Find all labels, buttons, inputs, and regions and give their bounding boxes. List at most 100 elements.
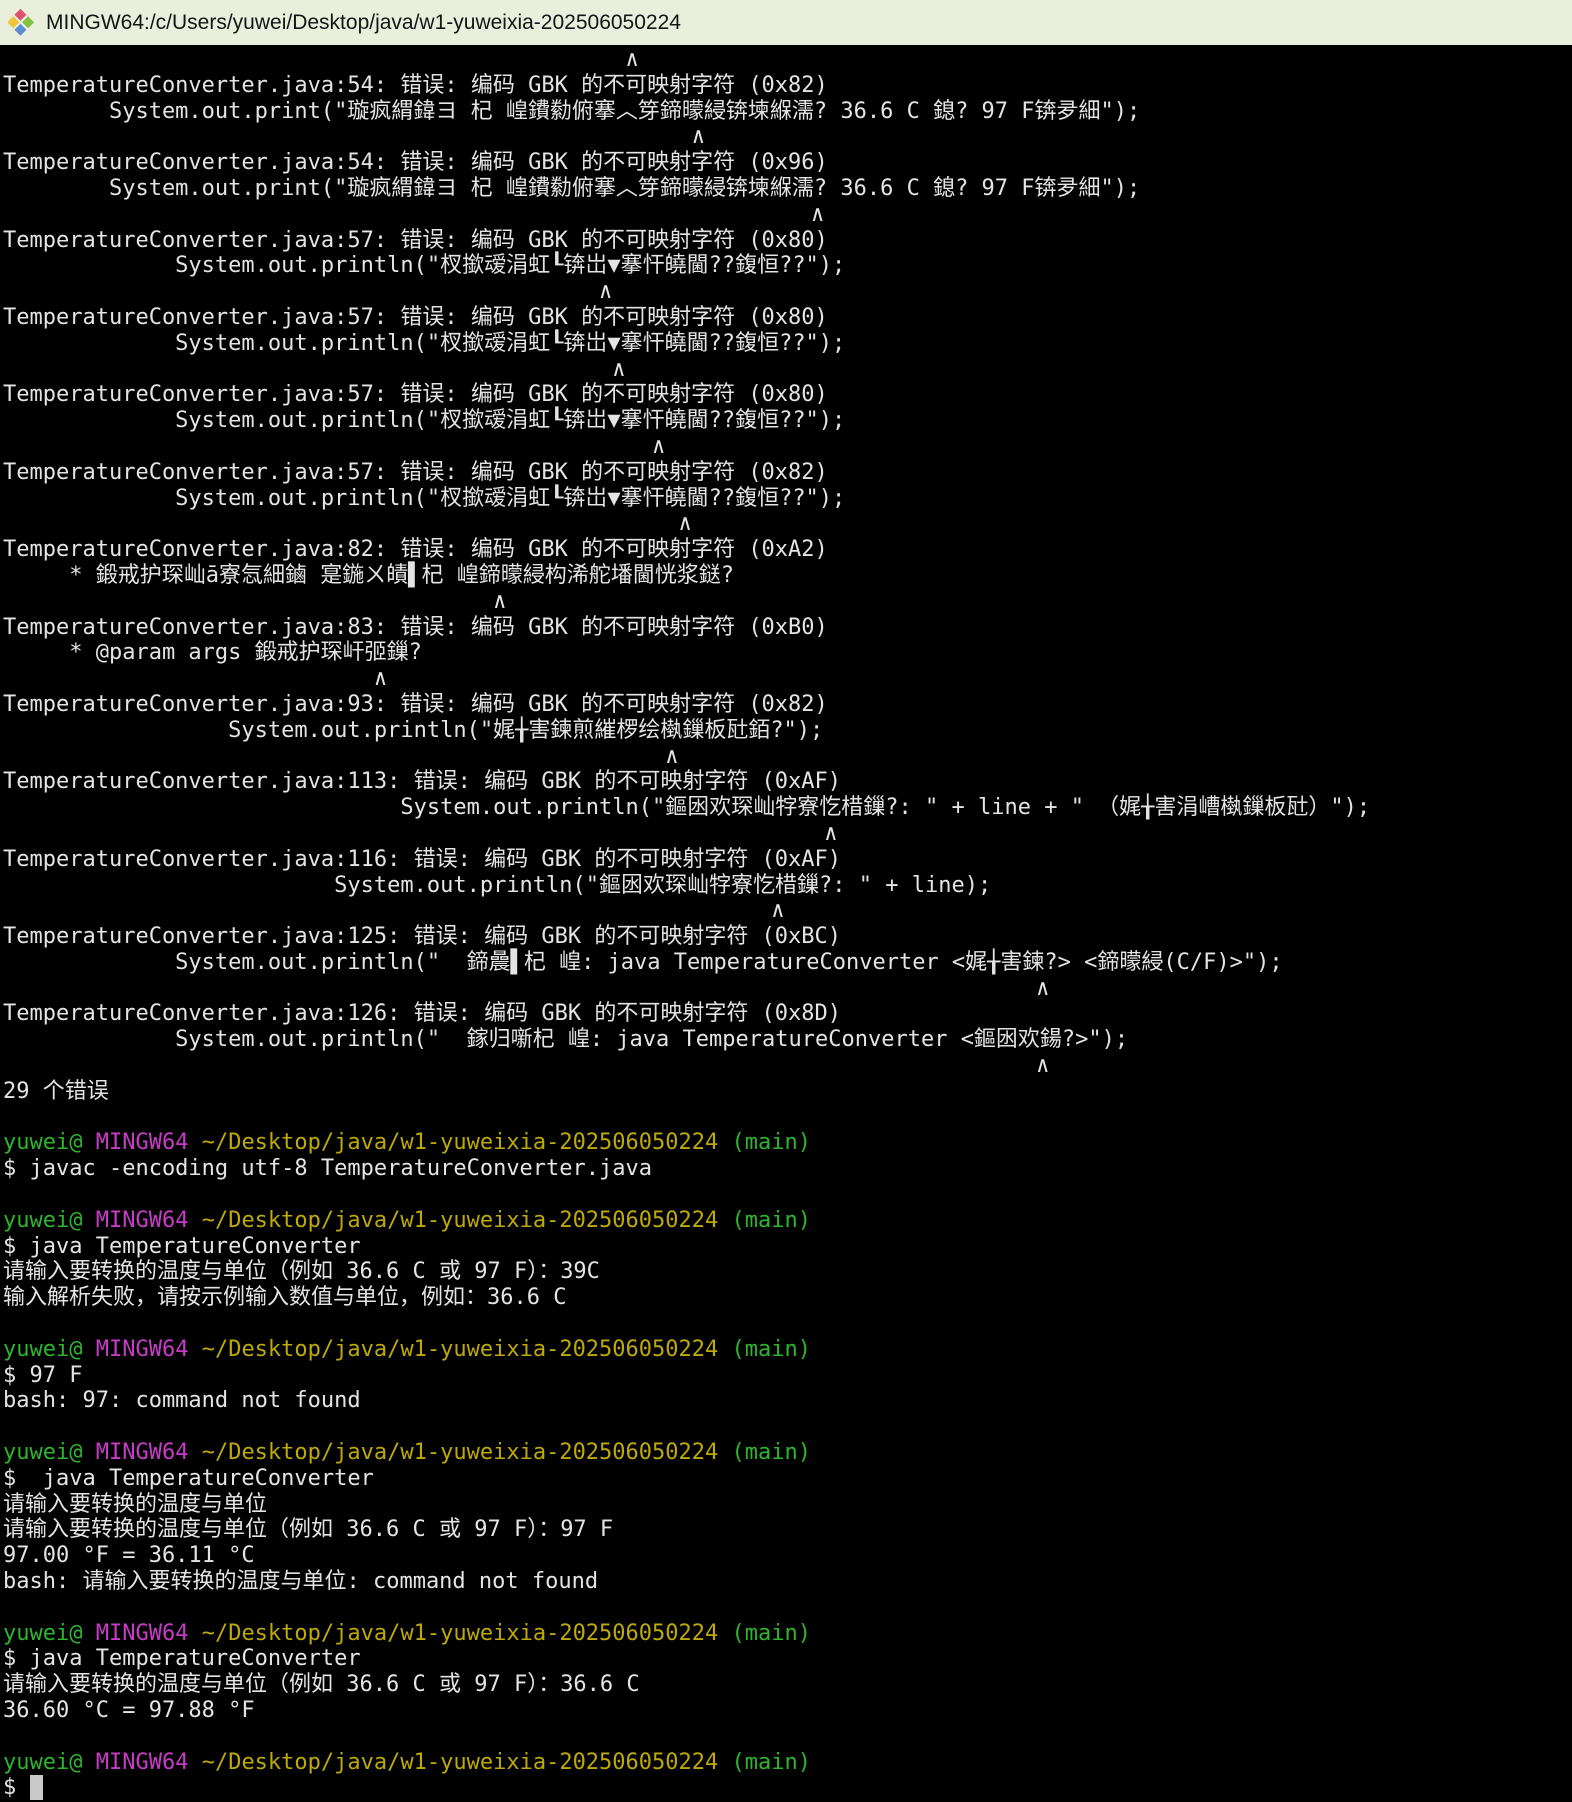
terminal-text-segment: ∧ [3, 202, 824, 227]
terminal-text-segment: ∧ [3, 279, 612, 304]
terminal-line: yuwei@ MINGW64 ~/Desktop/java/w1-yuweixi… [3, 1337, 1572, 1363]
terminal-text-segment: System.out.println(" 鍗曟▌杞 崲: java Temper… [3, 950, 1283, 975]
terminal-text-segment: (main) [732, 1621, 811, 1646]
terminal-text-segment [188, 1337, 201, 1362]
terminal-text-segment: (main) [732, 1337, 811, 1362]
terminal-text-segment [718, 1337, 731, 1362]
terminal-line: ∧ [3, 47, 1572, 73]
terminal-line: 请输入要转换的温度与单位（例如 36.6 C 或 97 F）：97 F [3, 1517, 1572, 1543]
terminal-text-segment: (main) [732, 1750, 811, 1775]
terminal-line: ∧ [3, 279, 1572, 305]
terminal-line: System.out.println(" 鎵归噺杞 崲: java Temper… [3, 1027, 1572, 1053]
terminal-text-segment: TemperatureConverter.java:57: 错误: 编码 GBK… [3, 305, 828, 330]
window-titlebar: MINGW64:/c/Users/yuwei/Desktop/java/w1-y… [0, 0, 1572, 45]
terminal-text-segment: ∧ [3, 357, 626, 382]
terminal-text-segment: TemperatureConverter.java:82: 错误: 编码 GBK… [3, 537, 828, 562]
terminal-text-segment: ~/Desktop/java/w1-yuweixia-202506050224 [202, 1750, 719, 1775]
terminal-line: yuwei@ MINGW64 ~/Desktop/java/w1-yuweixi… [3, 1621, 1572, 1647]
terminal-line: $ java TemperatureConverter [3, 1234, 1572, 1260]
terminal-line: $ [3, 1775, 1572, 1801]
terminal-text-segment: 请输入要转换的温度与单位（例如 36.6 C 或 97 F）：36.6 C [3, 1672, 640, 1697]
terminal-text-segment [718, 1130, 731, 1155]
terminal-text-segment: ∧ [3, 1053, 1049, 1078]
terminal-text-segment: 输入解析失败，请按示例输入数值与单位，例如：36.6 C [3, 1285, 566, 1310]
terminal-text-segment: System.out.print("璇疯緭鍏ヨ 杞 崲鐨勬俯搴︿笌鍗曚綅锛堜緥濡… [3, 99, 1140, 124]
terminal-text-segment [82, 1750, 95, 1775]
terminal-line: TemperatureConverter.java:125: 错误: 编码 GB… [3, 924, 1572, 950]
terminal-line: bash: 请输入要转换的温度与单位: command not found [3, 1569, 1572, 1595]
terminal-text-segment: ∧ [3, 666, 387, 691]
terminal-line: TemperatureConverter.java:113: 错误: 编码 GB… [3, 769, 1572, 795]
terminal-text-segment: System.out.print("璇疯緭鍏ヨ 杞 崲鐨勬俯搴︿笌鍗曚綅锛堜緥濡… [3, 176, 1140, 201]
terminal-line: yuwei@ MINGW64 ~/Desktop/java/w1-yuweixi… [3, 1440, 1572, 1466]
terminal-text-segment [82, 1621, 95, 1646]
terminal-line: yuwei@ MINGW64 ~/Desktop/java/w1-yuweixi… [3, 1130, 1572, 1156]
terminal-line: ∧ [3, 589, 1572, 615]
terminal-text-segment: $ java TemperatureConverter [3, 1234, 361, 1259]
msys2-diamond-icon[interactable] [8, 9, 36, 37]
terminal-text-segment: MINGW64 [96, 1337, 189, 1362]
terminal-line: $ 97 F [3, 1363, 1572, 1389]
terminal-text-segment: ∧ [3, 898, 784, 923]
terminal-text-segment: TemperatureConverter.java:113: 错误: 编码 GB… [3, 769, 841, 794]
terminal-text-segment: ∧ [3, 976, 1049, 1001]
terminal-line: System.out.print("璇疯緭鍏ヨ 杞 崲鐨勬俯搴︿笌鍗曚綅锛堜緥濡… [3, 176, 1572, 202]
terminal-text-segment [188, 1750, 201, 1775]
terminal-text-segment: (main) [732, 1440, 811, 1465]
terminal-line: ∧ [3, 357, 1572, 383]
terminal-text-segment: $ 97 F [3, 1363, 82, 1388]
terminal-text-segment: 29 个错误 [3, 1079, 109, 1104]
terminal-text-segment: yuwei@ [3, 1621, 82, 1646]
terminal-text-segment: yuwei@ [3, 1337, 82, 1362]
window-title: MINGW64:/c/Users/yuwei/Desktop/java/w1-y… [46, 11, 681, 35]
terminal-text-segment: * 鍛戒护琛屾ā寮忥細鏀 寔鍦ㄨ皟▌杞 崲鍗曚綅构浠舵墦閫恍浆鎹? [3, 563, 734, 588]
terminal-line: System.out.println("杈撳叆涓虹┖锛岀▼搴忓皢閫??鍑恒??"… [3, 253, 1572, 279]
terminal-text-segment [718, 1750, 731, 1775]
terminal-text-segment: yuwei@ [3, 1130, 82, 1155]
terminal-line: System.out.println("杈撳叆涓虹┖锛岀▼搴忓皢閫??鍑恒??"… [3, 331, 1572, 357]
terminal-line: 输入解析失败，请按示例输入数值与单位，例如：36.6 C [3, 1285, 1572, 1311]
terminal-line: 29 个错误 [3, 1079, 1572, 1105]
terminal-text-segment: TemperatureConverter.java:57: 错误: 编码 GBK… [3, 382, 828, 407]
terminal-text-segment: System.out.println("鏂囦欢琛屾牸寮忔棤鏁?: " + lin… [3, 795, 1370, 820]
terminal-line: TemperatureConverter.java:126: 错误: 编码 GB… [3, 1001, 1572, 1027]
terminal-text-segment: bash: 97: command not found [3, 1388, 361, 1413]
terminal-text-segment: ∧ [3, 124, 705, 149]
terminal-text-segment: 97.00 °F = 36.11 °C [3, 1543, 255, 1568]
terminal-text-segment: yuwei@ [3, 1750, 82, 1775]
terminal-line [3, 1595, 1572, 1621]
terminal-line: $ javac -encoding utf-8 TemperatureConve… [3, 1156, 1572, 1182]
terminal-text-segment: ∧ [3, 47, 639, 72]
terminal-line: System.out.println(" 鍗曟▌杞 崲: java Temper… [3, 950, 1572, 976]
terminal-line: 请输入要转换的温度与单位（例如 36.6 C 或 97 F）：39C [3, 1259, 1572, 1285]
terminal-line: * 鍛戒护琛屾ā寮忥細鏀 寔鍦ㄨ皟▌杞 崲鍗曚綅构浠舵墦閫恍浆鎹? [3, 563, 1572, 589]
terminal-output[interactable]: ∧TemperatureConverter.java:54: 错误: 编码 GB… [0, 45, 1572, 1802]
terminal-line: TemperatureConverter.java:57: 错误: 编码 GBK… [3, 305, 1572, 331]
terminal-text-segment [188, 1440, 201, 1465]
terminal-text-segment: 请输入要转换的温度与单位（例如 36.6 C 或 97 F）：39C [3, 1259, 600, 1284]
terminal-text-segment: System.out.println("杈撳叆涓虹┖锛岀▼搴忓皢閫??鍑恒??"… [3, 408, 845, 433]
terminal-text-segment: ∧ [3, 821, 837, 846]
terminal-line [3, 1311, 1572, 1337]
terminal-text-segment: ∧ [3, 511, 692, 536]
terminal-text-segment: ~/Desktop/java/w1-yuweixia-202506050224 [202, 1440, 719, 1465]
terminal-text-segment [718, 1440, 731, 1465]
terminal-line: TemperatureConverter.java:54: 错误: 编码 GBK… [3, 150, 1572, 176]
terminal-line: bash: 97: command not found [3, 1388, 1572, 1414]
terminal-line: TemperatureConverter.java:57: 错误: 编码 GBK… [3, 460, 1572, 486]
terminal-text-segment: TemperatureConverter.java:126: 错误: 编码 GB… [3, 1001, 841, 1026]
terminal-line: * @param args 鍛戒护琛屽弬鏁? [3, 640, 1572, 666]
terminal-text-segment: $ java TemperatureConverter [3, 1466, 374, 1491]
terminal-line: ∧ [3, 124, 1572, 150]
terminal-line: TemperatureConverter.java:116: 错误: 编码 GB… [3, 847, 1572, 873]
terminal-line: yuwei@ MINGW64 ~/Desktop/java/w1-yuweixi… [3, 1750, 1572, 1776]
terminal-text-segment: MINGW64 [96, 1621, 189, 1646]
terminal-text-segment: ∧ [3, 744, 679, 769]
terminal-text-segment: ~/Desktop/java/w1-yuweixia-202506050224 [202, 1621, 719, 1646]
terminal-text-segment [82, 1440, 95, 1465]
terminal-text-segment: System.out.println("鏂囦欢琛屾牸寮忔棤鏁?: " + lin… [3, 873, 991, 898]
terminal-line: System.out.print("璇疯緭鍏ヨ 杞 崲鐨勬俯搴︿笌鍗曚綅锛堜緥濡… [3, 99, 1572, 125]
terminal-text-segment: System.out.println("娓╁害鍊煎繀椤绘槸鏁板瓧銆?"); [3, 718, 823, 743]
terminal-text-segment: System.out.println("杈撳叆涓虹┖锛岀▼搴忓皢閫??鍑恒??"… [3, 486, 845, 511]
terminal-line: 36.60 °C = 97.88 °F [3, 1698, 1572, 1724]
